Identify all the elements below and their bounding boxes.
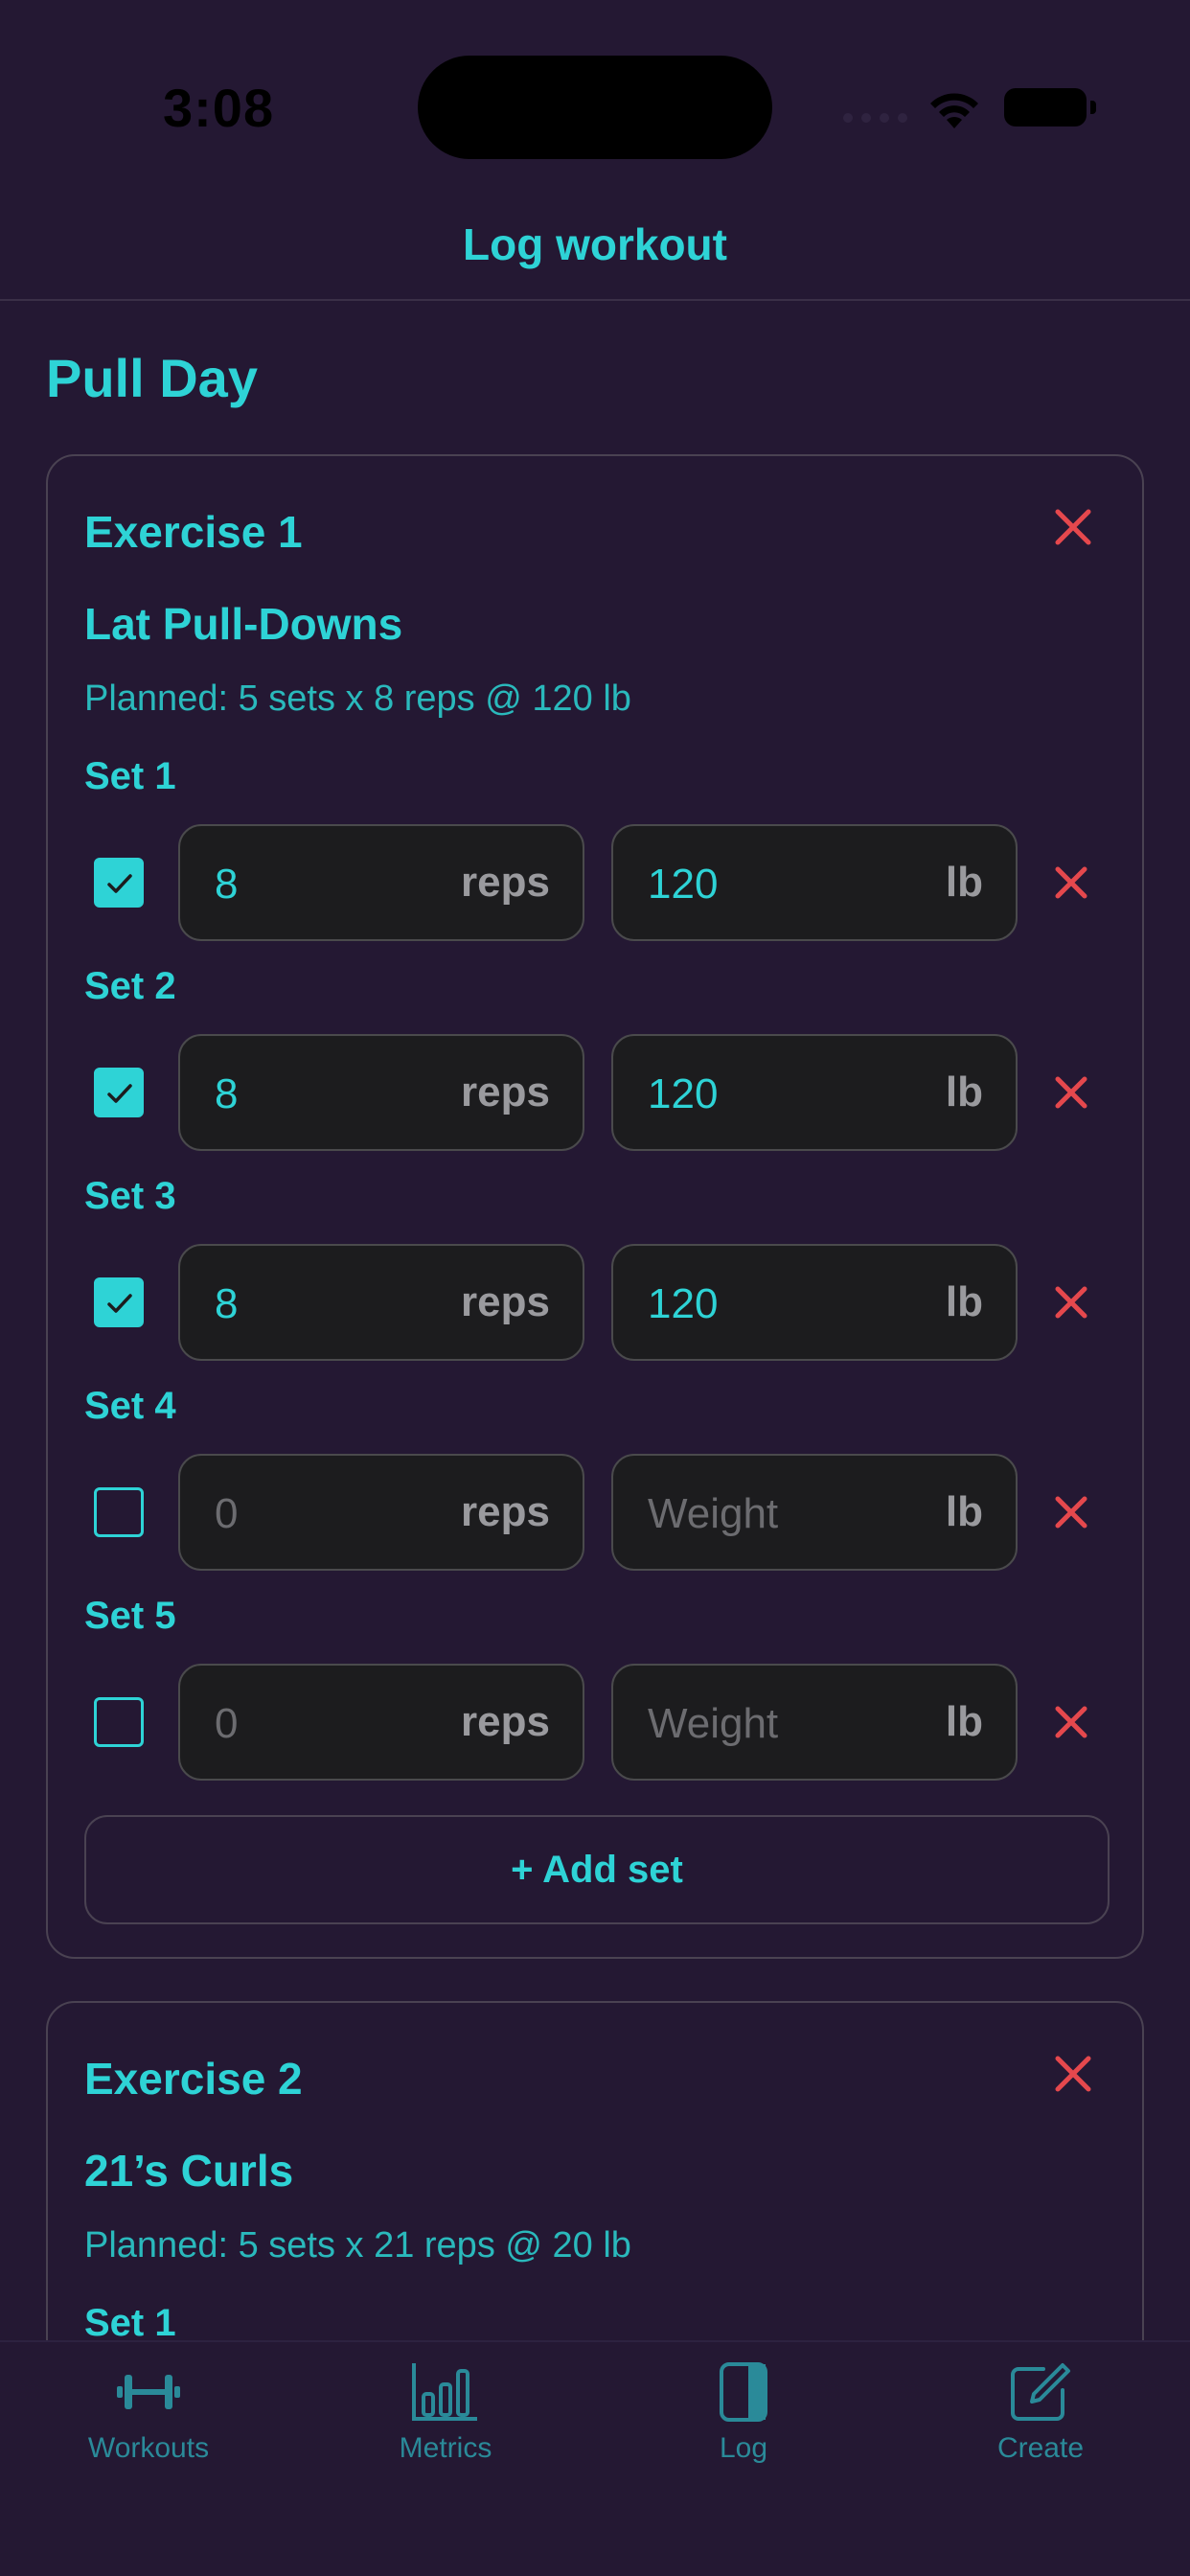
planned-summary: Planned: 5 sets x 8 reps @ 120 lb bbox=[84, 678, 631, 719]
tab-log[interactable]: Log bbox=[629, 2361, 858, 2465]
reps-unit: reps bbox=[461, 1069, 550, 1116]
checkmark-icon bbox=[107, 1294, 132, 1313]
tab-metrics[interactable]: Metrics bbox=[331, 2361, 561, 2465]
exercise-card-1: Exercise 1 Lat Pull-Downs Planned: 5 set… bbox=[46, 454, 1144, 1959]
exercise-name: 21’s Curls bbox=[84, 2146, 294, 2196]
exercise-label: Exercise 1 bbox=[84, 507, 303, 557]
set-label: Set 5 bbox=[84, 1595, 176, 1637]
add-set-button[interactable]: + Add set bbox=[84, 1815, 1110, 1924]
checkmark-icon bbox=[107, 1084, 132, 1103]
reps-placeholder: 0 bbox=[215, 1700, 239, 1747]
delete-set-icon[interactable] bbox=[1052, 863, 1090, 902]
set-label: Set 4 bbox=[84, 1385, 176, 1427]
reps-input[interactable]: 8 reps bbox=[178, 1034, 584, 1151]
dumbbell-icon bbox=[117, 2375, 180, 2409]
set-row: 0 reps Weight lb bbox=[84, 1664, 1110, 1781]
tab-label: Log bbox=[719, 2432, 768, 2464]
reps-input[interactable]: 0 reps bbox=[178, 1454, 584, 1571]
reps-value: 8 bbox=[215, 861, 239, 908]
reps-unit: reps bbox=[461, 1278, 550, 1325]
reps-value: 8 bbox=[215, 1070, 239, 1117]
cellular-signal-icon bbox=[843, 113, 907, 123]
set-label: Set 1 bbox=[84, 2302, 176, 2344]
weight-unit: lb bbox=[945, 1069, 983, 1116]
set-label: Set 1 bbox=[84, 755, 176, 797]
weight-unit: lb bbox=[945, 859, 983, 906]
exercise-name: Lat Pull-Downs bbox=[84, 599, 403, 649]
tab-create[interactable]: Create bbox=[926, 2361, 1156, 2465]
set-row: 8 reps 120 lb bbox=[84, 1244, 1110, 1361]
checkmark-icon bbox=[107, 874, 132, 893]
weight-input[interactable]: 120 lb bbox=[611, 1034, 1018, 1151]
tab-workouts[interactable]: Workouts bbox=[34, 2361, 263, 2465]
set-label: Set 3 bbox=[84, 1175, 176, 1217]
set-label: Set 2 bbox=[84, 965, 176, 1007]
tab-label: Create bbox=[996, 2432, 1085, 2464]
battery-icon bbox=[1004, 88, 1096, 126]
reps-placeholder: 0 bbox=[215, 1490, 239, 1537]
reps-value: 8 bbox=[215, 1280, 239, 1327]
reps-unit: reps bbox=[461, 859, 550, 906]
status-bar: 3:08 bbox=[0, 0, 1190, 192]
delete-set-icon[interactable] bbox=[1052, 1073, 1090, 1112]
weight-value: 120 bbox=[648, 1070, 719, 1117]
weight-input[interactable]: Weight lb bbox=[611, 1664, 1018, 1781]
nav-divider bbox=[0, 299, 1190, 301]
wifi-icon bbox=[930, 93, 978, 128]
reps-unit: reps bbox=[461, 1698, 550, 1745]
set-done-checkbox[interactable] bbox=[94, 1277, 144, 1327]
set-row: 8 reps 120 lb bbox=[84, 1034, 1110, 1151]
set-done-checkbox[interactable] bbox=[94, 1697, 144, 1747]
weight-value: 120 bbox=[648, 861, 719, 908]
sidebar-book-icon bbox=[720, 2362, 767, 2422]
set-done-checkbox[interactable] bbox=[94, 1487, 144, 1537]
set-row: 0 reps Weight lb bbox=[84, 1454, 1110, 1571]
delete-set-icon[interactable] bbox=[1052, 1703, 1090, 1741]
set-done-checkbox[interactable] bbox=[94, 1068, 144, 1117]
weight-placeholder: Weight bbox=[648, 1700, 779, 1747]
tab-label: Workouts bbox=[87, 2432, 210, 2464]
tab-bar: Workouts Metrics Log Create bbox=[0, 2340, 1190, 2576]
weight-unit: lb bbox=[945, 1698, 983, 1745]
tab-label: Metrics bbox=[399, 2432, 492, 2464]
remove-exercise-icon[interactable] bbox=[1052, 2053, 1094, 2095]
weight-input[interactable]: Weight lb bbox=[611, 1454, 1018, 1571]
exercise-label: Exercise 2 bbox=[84, 2054, 303, 2104]
reps-input[interactable]: 8 reps bbox=[178, 1244, 584, 1361]
reps-unit: reps bbox=[461, 1488, 550, 1535]
weight-value: 120 bbox=[648, 1280, 719, 1327]
weight-input[interactable]: 120 lb bbox=[611, 824, 1018, 941]
remove-exercise-icon[interactable] bbox=[1052, 506, 1094, 548]
workout-title: Pull Day bbox=[46, 348, 258, 408]
delete-set-icon[interactable] bbox=[1052, 1283, 1090, 1322]
set-row: 8 reps 120 lb bbox=[84, 824, 1110, 941]
bar-chart-icon bbox=[412, 2363, 477, 2421]
set-done-checkbox[interactable] bbox=[94, 858, 144, 908]
reps-input[interactable]: 0 reps bbox=[178, 1664, 584, 1781]
weight-input[interactable]: 120 lb bbox=[611, 1244, 1018, 1361]
dynamic-island bbox=[418, 56, 772, 159]
weight-unit: lb bbox=[945, 1278, 983, 1325]
compose-icon bbox=[1011, 2363, 1070, 2421]
status-time: 3:08 bbox=[163, 78, 275, 138]
weight-unit: lb bbox=[945, 1488, 983, 1535]
planned-summary: Planned: 5 sets x 21 reps @ 20 lb bbox=[84, 2225, 631, 2266]
delete-set-icon[interactable] bbox=[1052, 1493, 1090, 1531]
nav-title: Log workout bbox=[463, 219, 727, 269]
weight-placeholder: Weight bbox=[648, 1490, 779, 1537]
reps-input[interactable]: 8 reps bbox=[178, 824, 584, 941]
